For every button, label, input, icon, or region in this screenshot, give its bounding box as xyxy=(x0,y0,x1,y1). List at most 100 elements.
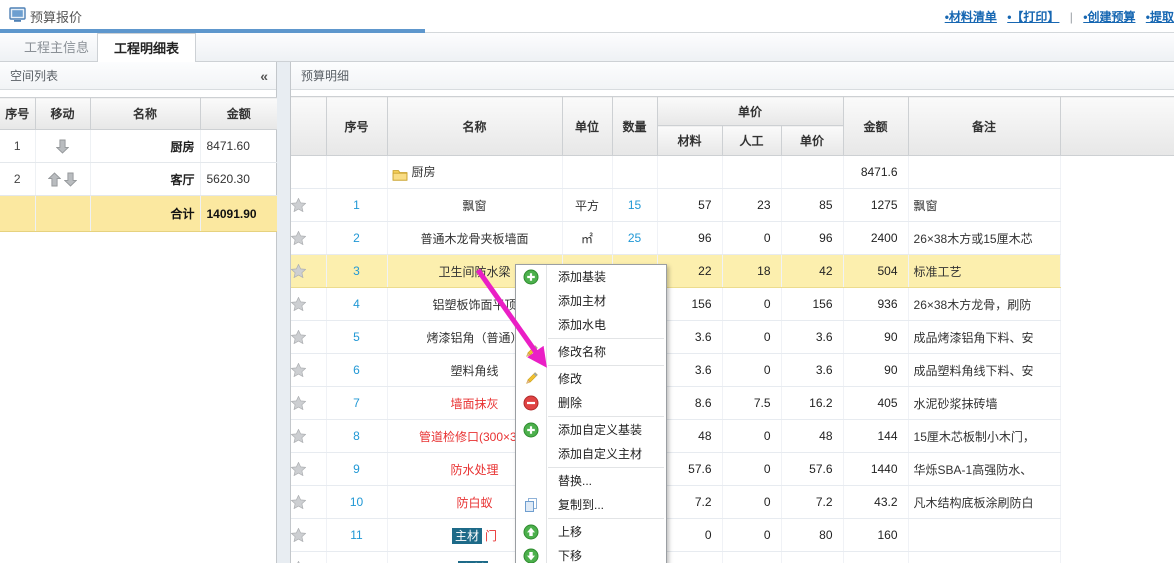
budget-quote-window: 预算报价 •材料清单 •【打印】 | •创建预算 •提取 工程主信息 工程明细表… xyxy=(0,0,1174,563)
row-seq[interactable]: 9 xyxy=(326,453,387,486)
favorite-star-icon[interactable] xyxy=(291,189,326,222)
col-amount: 金额 xyxy=(843,97,908,156)
folder-icon xyxy=(392,168,408,181)
context-menu-item[interactable]: 复制到... xyxy=(516,493,666,517)
row-seq[interactable]: 3 xyxy=(326,255,387,288)
row-name[interactable]: 普通木龙骨夹板墙面 xyxy=(387,222,562,255)
favorite-star-icon[interactable] xyxy=(291,255,326,288)
move-down-icon xyxy=(523,548,539,563)
favorite-star-icon[interactable] xyxy=(291,552,326,563)
row-qty[interactable]: 15 xyxy=(612,189,657,222)
context-menu-item[interactable]: 修改名称 xyxy=(516,340,666,364)
budget-row: 12主材 xyxy=(291,552,1174,563)
row-remark xyxy=(908,552,1060,563)
space-amount: 5620.30 xyxy=(200,163,277,196)
space-move-cell[interactable] xyxy=(35,163,90,196)
row-seq[interactable]: 10 xyxy=(326,486,387,519)
filler-cell xyxy=(1060,519,1174,552)
favorite-star-icon[interactable] xyxy=(291,387,326,420)
add-icon xyxy=(523,269,539,285)
row-amount: 43.2 xyxy=(843,486,908,519)
col-labor: 人工 xyxy=(722,126,781,156)
row-labor-price: 0 xyxy=(722,453,781,486)
context-menu-item[interactable]: 添加自定义主材 xyxy=(516,442,666,466)
row-qty[interactable]: 25 xyxy=(612,222,657,255)
context-menu-item[interactable]: 上移 xyxy=(516,520,666,544)
context-menu-item[interactable]: 添加主材 xyxy=(516,289,666,313)
context-menu-item[interactable]: 添加基装 xyxy=(516,265,666,289)
row-labor-price: 18 xyxy=(722,255,781,288)
top-links: •材料清单 •【打印】 | •创建预算 •提取 xyxy=(938,8,1174,25)
row-unit-price xyxy=(781,552,843,563)
tab-project-main-info[interactable]: 工程主信息 xyxy=(8,33,105,62)
space-move-cell[interactable] xyxy=(35,130,90,163)
col-qty: 数量 xyxy=(612,97,657,156)
link-extract[interactable]: •提取 xyxy=(1146,10,1174,24)
row-name[interactable]: 飘窗 xyxy=(387,189,562,222)
space-name[interactable]: 厨房 xyxy=(90,130,200,163)
row-amount: 504 xyxy=(843,255,908,288)
link-create-budget[interactable]: •创建预算 xyxy=(1083,10,1135,24)
space-seq: 1 xyxy=(0,130,35,163)
menu-item-label: 复制到... xyxy=(558,498,604,512)
favorite-star-icon[interactable] xyxy=(291,321,326,354)
row-seq[interactable]: 12 xyxy=(326,552,387,563)
row-seq[interactable]: 1 xyxy=(326,189,387,222)
pencil-icon xyxy=(523,344,539,360)
main-material-badge: 主材 xyxy=(452,528,482,544)
link-material-list[interactable]: •材料清单 xyxy=(945,10,997,24)
link-print[interactable]: •【打印】 xyxy=(1007,10,1059,24)
space-total-row: 合计 14091.90 xyxy=(0,196,277,232)
favorite-star-icon[interactable] xyxy=(291,288,326,321)
budget-row: 5烤漆铝角（普通）3.603.690成品烤漆铝角下料、安 xyxy=(291,321,1174,354)
row-seq[interactable]: 5 xyxy=(326,321,387,354)
space-name[interactable]: 客厅 xyxy=(90,163,200,196)
row-seq[interactable]: 2 xyxy=(326,222,387,255)
empty-cell xyxy=(0,196,35,232)
budget-row: 2普通木龙骨夹板墙面㎡2596096240026×38木方或15厘木芯 xyxy=(291,222,1174,255)
row-labor-price xyxy=(722,552,781,563)
space-list-header-row: 序号 移动 名称 金额 xyxy=(0,98,277,130)
row-seq[interactable]: 7 xyxy=(326,387,387,420)
menu-separator xyxy=(548,338,664,339)
row-remark xyxy=(908,519,1060,552)
row-labor-price: 0 xyxy=(722,288,781,321)
link-separator: | xyxy=(1070,10,1073,24)
favorite-star-icon[interactable] xyxy=(291,453,326,486)
col-unit-price-group: 单价 xyxy=(657,97,843,126)
row-unit-price: 96 xyxy=(781,222,843,255)
row-seq[interactable]: 4 xyxy=(326,288,387,321)
row-seq[interactable]: 6 xyxy=(326,354,387,387)
favorite-star-icon[interactable] xyxy=(291,486,326,519)
space-amount: 8471.60 xyxy=(200,130,277,163)
delete-icon xyxy=(523,395,539,411)
favorite-star-icon[interactable] xyxy=(291,222,326,255)
context-menu-item[interactable]: 修改 xyxy=(516,367,666,391)
col-price: 单价 xyxy=(781,126,843,156)
space-row: 2 客厅 5620.30 xyxy=(0,163,277,196)
move-down-icon[interactable] xyxy=(56,139,69,154)
col-remark: 备注 xyxy=(908,97,1060,156)
budget-row: 6塑料角线3.603.690成品塑料角线下料、安 xyxy=(291,354,1174,387)
tab-project-detail-sheet[interactable]: 工程明细表 xyxy=(97,33,196,62)
favorite-star-icon[interactable] xyxy=(291,420,326,453)
space-list-panel: 空间列表 « 序号 移动 名称 金额 1 xyxy=(0,62,277,563)
budget-detail-header: 预算明细 xyxy=(291,62,1174,90)
move-up-icon[interactable] xyxy=(48,172,61,187)
group-name-cell[interactable]: 厨房 xyxy=(387,156,562,189)
move-down-icon[interactable] xyxy=(64,172,77,187)
collapse-panel-icon[interactable]: « xyxy=(260,62,268,90)
row-seq[interactable]: 11 xyxy=(326,519,387,552)
context-menu-item[interactable]: 添加水电 xyxy=(516,313,666,337)
budget-row: 1飘窗平方155723851275飘窗 xyxy=(291,189,1174,222)
favorite-star-icon[interactable] xyxy=(291,354,326,387)
row-material-price: 96 xyxy=(657,222,722,255)
menu-item-label: 添加自定义基装 xyxy=(558,423,642,437)
row-amount: 144 xyxy=(843,420,908,453)
context-menu-item[interactable]: 下移 xyxy=(516,544,666,563)
row-seq[interactable]: 8 xyxy=(326,420,387,453)
context-menu-item[interactable]: 替换... xyxy=(516,469,666,493)
context-menu-item[interactable]: 添加自定义基装 xyxy=(516,418,666,442)
context-menu-item[interactable]: 删除 xyxy=(516,391,666,415)
favorite-star-icon[interactable] xyxy=(291,519,326,552)
